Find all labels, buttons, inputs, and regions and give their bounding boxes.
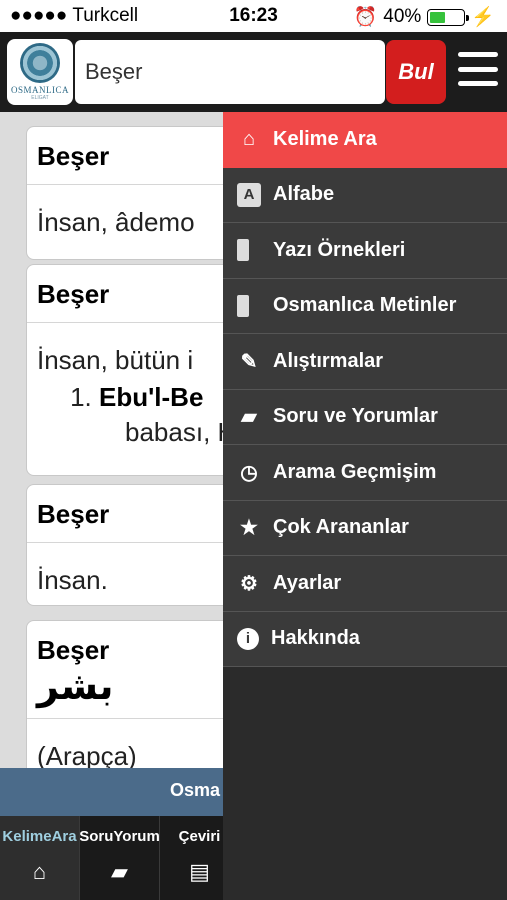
tab-soru-yorum[interactable]: SoruYorum ▰ (80, 816, 160, 900)
menu-bar-2 (458, 66, 498, 72)
list-item-term: Ebu'l-Be (99, 382, 204, 412)
chat-icon: ▰ (111, 859, 128, 884)
menu-bar-3 (458, 81, 498, 86)
chat-icon: ▰ (241, 406, 257, 429)
star-icon: ★ (240, 517, 258, 540)
app-logo[interactable]: OSMANLICA ELIGAT (7, 39, 73, 105)
home-icon: ⌂ (242, 127, 256, 150)
menu-item-kelime-ara[interactable]: ⌂ Kelime Ara (223, 112, 507, 168)
menu-item-label: Hakkında (271, 627, 360, 650)
menu-item-label: Kelime Ara (273, 127, 377, 150)
pencil-icon: ✎ (240, 350, 258, 373)
status-right: ⏰ 40% ⚡ (354, 5, 495, 29)
tab-label: KelimeAra (2, 828, 77, 845)
home-icon: ⌂ (32, 859, 47, 884)
newspaper-icon (237, 294, 261, 318)
menu-bar-1 (458, 52, 498, 57)
menu-item-cok-arananlar[interactable]: ★ Çok Arananlar (223, 500, 507, 556)
document-shape (237, 239, 249, 262)
tab-kelime-ara[interactable]: KelimeAra ⌂ (0, 816, 80, 900)
search-input[interactable] (75, 40, 385, 104)
menu-item-label: Yazı Örnekleri (273, 238, 406, 261)
menu-item-arama-gecmisim[interactable]: ◷ Arama Geçmişim (223, 445, 507, 501)
alarm-icon: ⏰ (353, 7, 378, 28)
menu-item-label: Osmanlıca Metinler (273, 294, 457, 317)
mandala-logo-icon (20, 43, 60, 83)
document-icon: ▤ (189, 859, 210, 884)
menu-item-soru-ve-yorumlar[interactable]: ▰ Soru ve Yorumlar (223, 389, 507, 445)
status-bar: ●●●●● Turkcell 16:23 ⏰ 40% ⚡ (0, 0, 507, 32)
menu-icon[interactable] (458, 52, 498, 86)
gear-icon: ⚙ (240, 572, 258, 595)
search-button[interactable]: Bul (386, 40, 446, 104)
menu-item-label: Alıştırmalar (273, 349, 384, 372)
menu-item-label: Ayarlar (273, 571, 342, 594)
clock-icon: ◷ (240, 461, 258, 484)
document-icon (237, 238, 261, 262)
logo-subtext: ELIGAT (31, 95, 49, 101)
charging-icon: ⚡ (471, 7, 495, 28)
battery-icon (427, 8, 470, 26)
tab-label: SoruYorum (80, 828, 160, 845)
menu-item-hakkinda[interactable]: i Hakkında (223, 611, 507, 667)
battery-fill (430, 11, 445, 23)
info-icon: i (237, 627, 259, 650)
menu-item-label: Arama Geçmişim (273, 460, 437, 483)
tab-label: Çeviri (178, 828, 221, 845)
alphabet-icon: A (237, 182, 261, 207)
battery-percent: 40% (383, 6, 422, 27)
menu-item-alfabe[interactable]: A Alfabe (223, 167, 507, 223)
menu-item-osmanlica-metinler[interactable]: Osmanlıca Metinler (223, 278, 507, 334)
menu-item-label: Alfabe (273, 183, 335, 206)
menu-item-label: Çok Arananlar (273, 516, 409, 539)
newspaper-shape (237, 294, 249, 317)
app-header: OSMANLICA ELIGAT Bul (0, 32, 507, 112)
logo-text: OSMANLICA (10, 85, 69, 95)
menu-item-label: Soru ve Yorumlar (273, 405, 438, 428)
menu-item-yazi-ornekleri[interactable]: Yazı Örnekleri (223, 223, 507, 279)
menu-item-alistirmalar[interactable]: ✎ Alıştırmalar (223, 334, 507, 390)
menu-item-ayarlar[interactable]: ⚙ Ayarlar (223, 556, 507, 612)
navigation-menu: ⌂ Kelime Ara A Alfabe Yazı Örnekleri Osm… (223, 112, 507, 900)
